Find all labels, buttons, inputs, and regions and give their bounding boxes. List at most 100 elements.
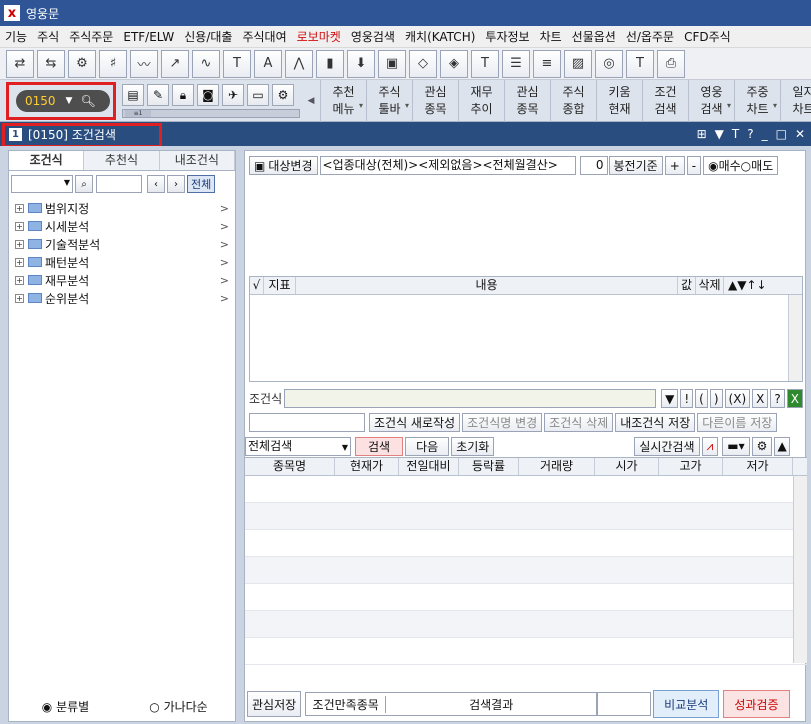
menu-item[interactable]: 캐치(KATCH) bbox=[400, 28, 480, 45]
tree-node[interactable]: + 순위분석 > bbox=[9, 289, 235, 307]
save-icon[interactable]: ▤ bbox=[122, 84, 144, 106]
toolbar-button[interactable]: 주식 종합 bbox=[550, 80, 596, 122]
menu-item[interactable]: 주식 bbox=[32, 28, 64, 45]
print-icon[interactable]: ⎙ bbox=[657, 49, 685, 78]
reset-button[interactable]: 초기화 bbox=[451, 436, 495, 456]
toolbar-button[interactable]: 관심 종목 bbox=[504, 80, 550, 122]
trend-icon[interactable]: ↗ bbox=[161, 49, 189, 78]
table-row[interactable] bbox=[245, 530, 807, 557]
results-column-header[interactable]: 거래량 bbox=[519, 458, 595, 475]
camera-icon[interactable]: ◙ bbox=[197, 84, 219, 106]
menu-item[interactable]: 선물옵션 bbox=[567, 28, 621, 45]
toolbar-button[interactable]: 일지 차트 bbox=[780, 80, 811, 122]
interest-save-button[interactable]: 관심저장 bbox=[247, 691, 302, 717]
toolbar-button[interactable]: 주식 툴바 bbox=[366, 80, 412, 122]
results-column-header[interactable]: 고가 bbox=[659, 458, 723, 475]
tree-node[interactable]: + 재무분석 > bbox=[9, 271, 235, 289]
radio-sell[interactable]: ○매도 bbox=[741, 157, 774, 174]
order-arrows[interactable]: ▲▼↑↓ bbox=[724, 277, 802, 294]
toolbar-button[interactable]: 영웅 검색 bbox=[688, 80, 734, 122]
menu-item[interactable]: CFD주식 bbox=[679, 28, 736, 45]
search-button[interactable]: 검색 bbox=[355, 436, 404, 456]
text-trend-icon[interactable]: T bbox=[626, 49, 654, 78]
bar-chart-icon[interactable]: ▮ bbox=[316, 49, 344, 78]
arrow-down-icon[interactable]: ⬇ bbox=[347, 49, 375, 78]
formula-op-button[interactable]: ( bbox=[695, 389, 708, 408]
results-column-header[interactable]: 현재가 bbox=[335, 458, 399, 475]
slider-thumb[interactable]: ≡1 bbox=[125, 110, 151, 117]
left-tab[interactable]: 추천식 bbox=[84, 151, 160, 170]
pin-window-icon[interactable]: ▼ bbox=[715, 127, 724, 141]
expand-icon[interactable]: + bbox=[15, 203, 24, 213]
menu-item[interactable]: 주식주문 bbox=[64, 28, 118, 45]
toolbar-button[interactable]: 추천 메뉴 bbox=[320, 80, 366, 122]
table-row[interactable] bbox=[245, 557, 807, 584]
candle-icon[interactable]: ♯ bbox=[99, 49, 127, 78]
chevron-down-icon[interactable]: ▼ bbox=[64, 178, 70, 187]
font-icon[interactable]: T bbox=[732, 127, 739, 141]
settings-icon[interactable]: ⚙ bbox=[272, 84, 294, 106]
menu-item[interactable]: 차트 bbox=[535, 28, 567, 45]
target-change-button[interactable]: ▣ 대상변경 bbox=[249, 156, 318, 175]
tree-node[interactable]: + 기술적분석 > bbox=[9, 235, 235, 253]
search-icon[interactable]: ⌕ bbox=[75, 175, 93, 193]
expand-icon[interactable]: + bbox=[15, 293, 24, 303]
layout-icon[interactable]: ⊞ bbox=[697, 127, 707, 141]
menu-item[interactable]: 선/옵주문 bbox=[621, 28, 679, 45]
excel-icon[interactable]: X bbox=[786, 389, 803, 408]
swap-icon[interactable]: ⇆ bbox=[37, 49, 65, 78]
compare-analysis-button[interactable]: 비교분석 bbox=[653, 690, 720, 718]
radio-alphabetical[interactable]: ○ 가나다순 bbox=[122, 698, 235, 715]
maximize-icon[interactable]: □ bbox=[776, 127, 787, 141]
wave-icon[interactable]: ∿ bbox=[192, 49, 220, 78]
radio-buy[interactable]: ◉매수 bbox=[708, 157, 741, 174]
toolbar-slider[interactable]: ≡1 bbox=[122, 109, 300, 118]
help-icon[interactable]: ? bbox=[747, 127, 753, 141]
menu-item[interactable]: 주식대여 bbox=[237, 28, 291, 45]
table-row[interactable] bbox=[245, 476, 807, 503]
search-scope-select[interactable]: 전체검색 ▼ bbox=[245, 436, 351, 456]
formula-op-button[interactable]: ) bbox=[709, 389, 723, 408]
minus-button[interactable]: - bbox=[686, 156, 702, 175]
toolbar-button[interactable]: 재무 추이 bbox=[458, 80, 504, 122]
text-tool-icon[interactable]: T bbox=[223, 49, 251, 78]
tree-node[interactable]: + 시세분석 > bbox=[9, 217, 235, 235]
formula-op-button[interactable]: (X) bbox=[724, 389, 751, 408]
line-chart-icon[interactable]: 〰 bbox=[130, 49, 158, 78]
chevron-down-icon[interactable]: ▼ bbox=[342, 439, 348, 456]
save-as-button[interactable]: 다른이름 저장 bbox=[697, 413, 778, 432]
menu-item[interactable]: 기능 bbox=[0, 28, 32, 45]
left-tab[interactable]: 조건식 bbox=[9, 151, 85, 170]
expand-icon[interactable]: + bbox=[15, 275, 24, 285]
table-row[interactable] bbox=[245, 611, 807, 638]
toolbar-button[interactable]: 키움 현재 bbox=[596, 80, 642, 122]
menu-item[interactable]: 신용/대출 bbox=[179, 28, 237, 45]
auto-icon[interactable]: A bbox=[254, 49, 282, 78]
lock-icon[interactable]: 🔒︎ bbox=[172, 84, 194, 106]
toolbar-button[interactable]: 관심 종목 bbox=[412, 80, 458, 122]
expand-icon[interactable]: + bbox=[15, 239, 24, 249]
menu-item[interactable]: 투자정보 bbox=[480, 28, 534, 45]
monitor-icon[interactable]: ▭ bbox=[247, 84, 269, 106]
menu-item[interactable]: 로보마켓 bbox=[292, 28, 346, 45]
text-box-icon[interactable]: T bbox=[471, 49, 499, 78]
gear-icon[interactable]: ⚙ bbox=[68, 49, 96, 78]
calendar-icon[interactable]: ▣ bbox=[378, 49, 406, 78]
search-input[interactable] bbox=[96, 175, 142, 193]
target-field[interactable]: <업종대상(전체)><제외없음><전체월결산> bbox=[319, 156, 576, 175]
table-row[interactable] bbox=[245, 503, 807, 530]
next-button[interactable]: 다음 bbox=[405, 436, 450, 456]
collapse-icon[interactable]: ▲ bbox=[774, 436, 790, 456]
circle-icon[interactable]: ◎ bbox=[595, 49, 623, 78]
tree-node[interactable]: + 범위지정 > bbox=[9, 199, 235, 217]
next-icon[interactable]: › bbox=[167, 175, 185, 193]
results-column-header[interactable]: 전일대비 bbox=[399, 458, 459, 475]
link-icon[interactable]: ⇄ bbox=[6, 49, 34, 78]
minimize-icon[interactable]: _ bbox=[762, 127, 768, 141]
screen-code-input[interactable]: 0150 ▼ 🔍︎ bbox=[16, 90, 110, 112]
results-column-header[interactable]: 등락률 bbox=[459, 458, 519, 475]
expand-icon[interactable]: + bbox=[15, 221, 24, 231]
formula-dropdown-icon[interactable]: ▼ bbox=[661, 389, 679, 408]
table-row[interactable] bbox=[245, 584, 807, 611]
chevron-down-icon[interactable]: ▼ bbox=[66, 96, 73, 106]
